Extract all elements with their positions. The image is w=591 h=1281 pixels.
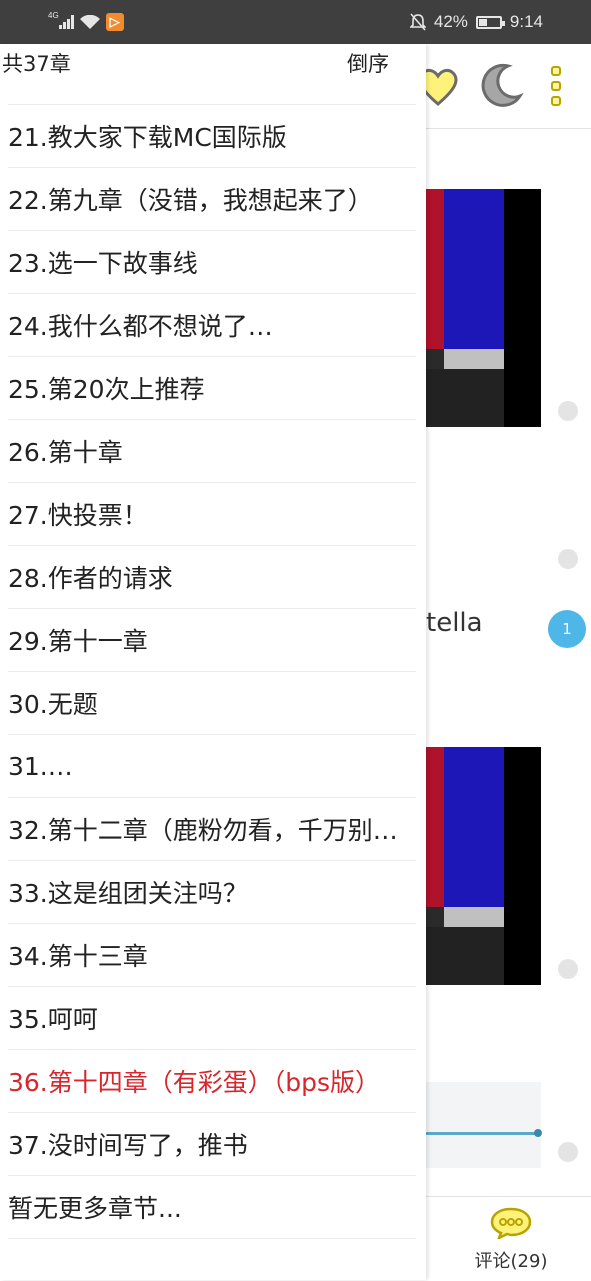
list-dot	[558, 1142, 578, 1162]
status-right: 42% 9:14	[409, 10, 543, 34]
chapter-title: 26.第十章	[8, 438, 123, 467]
chapter-item[interactable]: 26.第十章	[8, 420, 416, 483]
battery-percent: 42%	[433, 12, 468, 31]
chapter-title: 32.第十二章（鹿粉勿看，千万别…	[8, 816, 398, 845]
wifi-icon	[79, 15, 100, 29]
chapter-title: 27.快投票！	[8, 501, 148, 530]
chart-thumbnail[interactable]	[426, 1082, 542, 1168]
chapter-item[interactable]: 31.…	[8, 735, 416, 798]
chapter-item[interactable]: 28.作者的请求	[8, 546, 416, 609]
chapter-title: 31.…	[8, 751, 73, 781]
chapter-title: 21.教大家下载MC国际版	[8, 123, 287, 152]
drawer-header: 共37章 倒序	[0, 44, 426, 104]
image-thumbnail[interactable]	[426, 189, 541, 427]
chapter-item[interactable]: 暂无更多章节...	[8, 1176, 416, 1239]
list-dot	[558, 549, 578, 569]
chapter-title: 33.这是组团关注吗？	[8, 879, 248, 908]
battery-icon	[475, 15, 505, 29]
list-dot	[558, 401, 578, 421]
chapter-title: 25.第20次上推荐	[8, 375, 205, 404]
chapter-item[interactable]: 37.没时间写了，推书	[8, 1113, 416, 1176]
chapter-item-current[interactable]: 36.第十四章（有彩蛋）（bps版）	[8, 1050, 416, 1113]
clock: 9:14	[509, 12, 543, 31]
comments-label: 评论(29)	[474, 1251, 548, 1272]
chapter-item[interactable]: 35.呵呵	[8, 987, 416, 1050]
chapter-item[interactable]: 22.第九章（没错，我想起来了）	[8, 168, 416, 231]
chapter-title: 28.作者的请求	[8, 564, 173, 593]
chapter-title: 暂无更多章节...	[8, 1194, 182, 1223]
chapter-count: 共37章	[2, 52, 71, 76]
chapter-title: 23.选一下故事线	[8, 249, 198, 278]
image-thumbnail[interactable]	[426, 747, 541, 985]
count-badge: 1	[548, 610, 586, 648]
chapter-item[interactable]: 21.教大家下载MC国际版	[8, 105, 416, 168]
chapter-title: 30.无题	[8, 690, 98, 719]
status-left: 4G ▷	[48, 10, 124, 34]
chapter-title: 35.呵呵	[8, 1005, 98, 1034]
chapter-item[interactable]: 25.第20次上推荐	[8, 357, 416, 420]
chapter-item[interactable]: 33.这是组团关注吗？	[8, 861, 416, 924]
chapter-item[interactable]: 30.无题	[8, 672, 416, 735]
signal-icon	[58, 15, 74, 29]
list-dot	[558, 959, 578, 979]
chapter-title: 37.没时间写了，推书	[8, 1131, 248, 1160]
chapter-title: 36.第十四章（有彩蛋）（bps版）	[8, 1068, 381, 1097]
mute-bell-icon	[409, 13, 426, 31]
reverse-order-button[interactable]: 倒序	[347, 48, 389, 78]
night-mode-moon-icon[interactable]	[478, 62, 524, 108]
bottom-bar: 评论(29)	[426, 1196, 591, 1281]
chapter-item[interactable]: 32.第十二章（鹿粉勿看，千万别…	[8, 798, 416, 861]
chapter-item[interactable]: 24.我什么都不想说了…	[8, 294, 416, 357]
chapter-list: 21.教大家下载MC国际版 22.第九章（没错，我想起来了） 23.选一下故事线 24…	[8, 105, 416, 1239]
chapter-title: 34.第十三章	[8, 942, 148, 971]
partial-username: tella	[426, 608, 483, 638]
chapter-title: 24.我什么都不想说了…	[8, 312, 273, 341]
chapter-title: 29.第十一章	[8, 627, 148, 656]
chapter-item[interactable]: 23.选一下故事线	[8, 231, 416, 294]
chapter-item[interactable]: 27.快投票！	[8, 483, 416, 546]
network-type: 4G	[48, 10, 59, 20]
chapter-drawer: 共37章 倒序 21.教大家下载MC国际版 22.第九章（没错，我想起来了） 23.…	[0, 44, 426, 1280]
chapter-item[interactable]: 34.第十三章	[8, 924, 416, 987]
comment-bubble-icon	[490, 1207, 532, 1239]
chapter-item[interactable]: 29.第十一章	[8, 609, 416, 672]
status-bar: 4G ▷ 42% 9:14	[0, 0, 591, 44]
app-notification-icon: ▷	[105, 13, 124, 31]
chapter-title: 22.第九章（没错，我想起来了）	[8, 186, 373, 215]
more-menu-icon[interactable]	[551, 66, 565, 106]
